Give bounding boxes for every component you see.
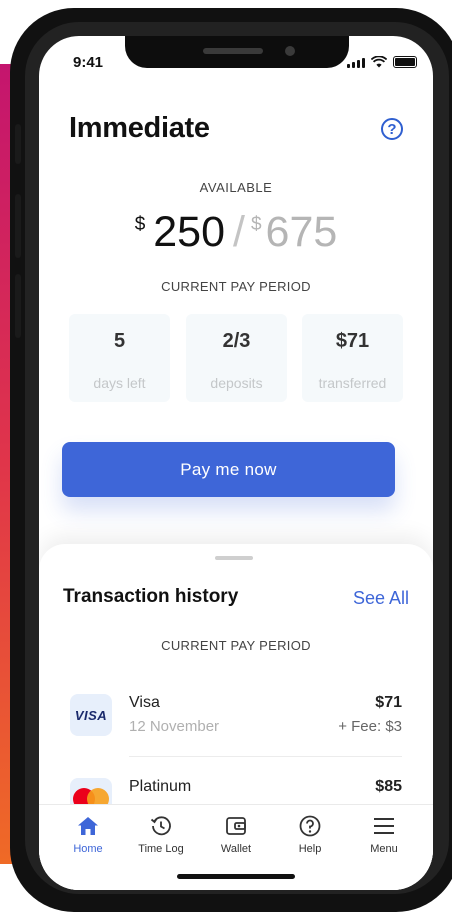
stat-value: $71 [335,330,370,352]
app-screen: 9:41 Immediate ? AVAILABLE $ 250 / $ 675… [39,36,433,890]
stat-value: 2/3 [222,330,251,352]
phone-side-button [15,194,21,258]
balance-amount: $ 250 / $ 675 [39,208,433,256]
signal-icon [347,58,365,68]
home-indicator[interactable] [177,874,295,879]
available-amount: 250 [153,208,226,256]
hamburger-menu-icon [349,811,419,841]
tab-help[interactable]: Help [275,811,345,855]
question-circle-icon[interactable]: ? [381,118,403,140]
tab-time-log[interactable]: Time Log [126,811,196,855]
tab-label: Menu [370,843,398,855]
transaction-date: 12 November [129,718,220,735]
tab-label: Time Log [138,843,184,855]
currency-symbol-total: $ [250,214,262,235]
transaction-row[interactable]: VISA Visa 12 November $71 + Fee: $3 [39,694,433,764]
divider [129,756,402,757]
pay-period-label: CURRENT PAY PERIOD [161,279,311,294]
question-circle-icon [275,811,345,841]
transaction-history-title: Transaction history [63,586,239,607]
transaction-fee: + Fee: $3 [338,718,402,735]
sheet-drag-handle[interactable] [215,556,253,560]
visa-logo: VISA [70,694,112,736]
stat-label: transferred [318,375,387,391]
page-title: Immediate [69,112,210,144]
transaction-name: Platinum [129,778,192,795]
battery-icon [393,56,417,68]
status-icons [347,56,417,68]
wifi-icon [371,56,387,68]
tab-label: Home [73,843,103,855]
home-icon [53,811,123,841]
stat-label: days left [93,375,146,391]
tab-home[interactable]: Home [53,811,123,855]
stat-transferred: $71 transferred [302,314,403,402]
total-amount: 675 [265,208,338,256]
tab-label: Help [298,843,322,855]
speaker [203,48,263,54]
wallet-icon [201,811,271,841]
available-label: AVAILABLE [199,180,273,195]
transaction-amount: $85 [375,778,402,795]
transaction-name: Visa [129,694,160,711]
stat-days-left: 5 days left [69,314,170,402]
tab-wallet[interactable]: Wallet [201,811,271,855]
camera [285,46,295,56]
phone-side-button [15,274,21,338]
see-all-link[interactable]: See All [353,588,409,609]
amount-separator: / [233,208,245,256]
phone-side-button [15,124,21,164]
visa-logo-text: VISA [74,707,108,723]
notch [125,36,349,68]
stat-value: 5 [113,330,126,352]
transaction-amount: $71 [375,694,402,711]
tab-menu[interactable]: Menu [349,811,419,855]
stat-deposits: 2/3 deposits [186,314,287,402]
stat-label: deposits [210,375,263,391]
history-icon [126,811,196,841]
pay-me-now-button[interactable]: Pay me now [62,442,395,497]
tab-label: Wallet [220,843,252,855]
currency-symbol: $ [134,214,146,235]
status-time: 9:41 [73,54,104,71]
transaction-period-label: CURRENT PAY PERIOD [161,638,311,653]
